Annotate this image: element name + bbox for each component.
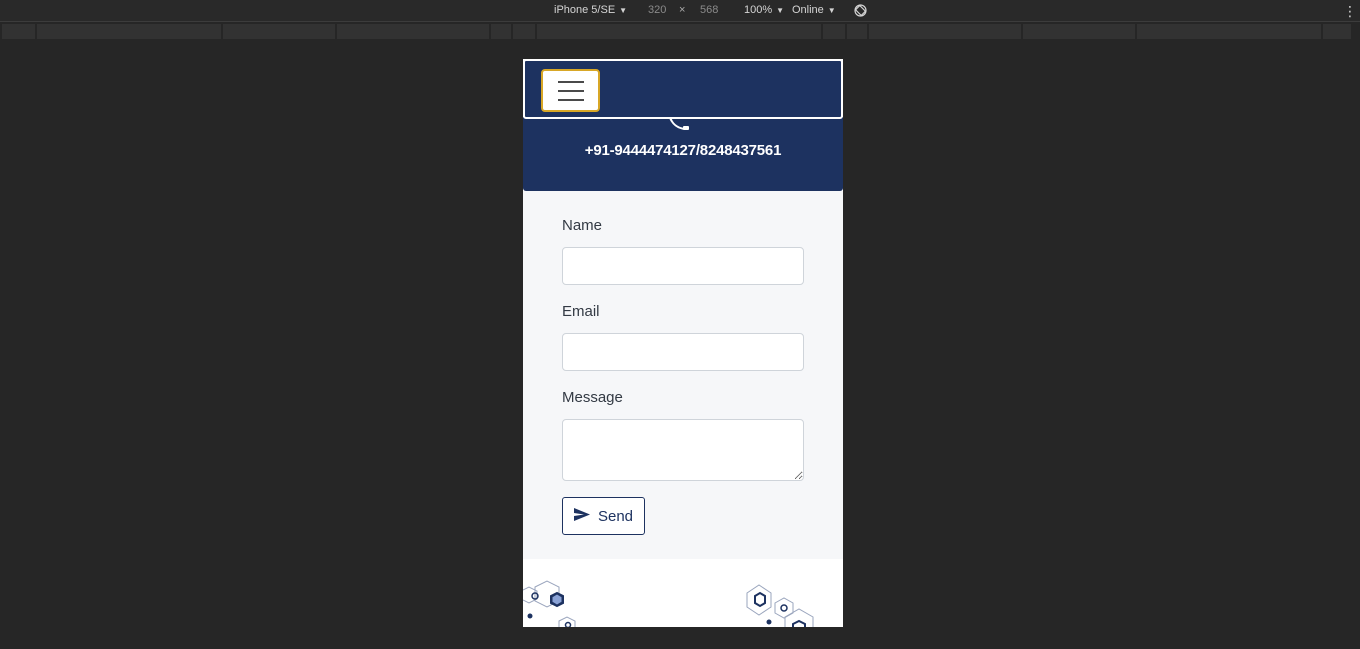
contact-form: Name Email Message Send	[523, 191, 843, 559]
media-query-segment[interactable]	[37, 24, 221, 39]
viewport-height-input[interactable]: 568	[700, 4, 718, 16]
media-query-segment[interactable]	[491, 24, 511, 39]
media-query-segment[interactable]	[1137, 24, 1321, 39]
message-field[interactable]	[562, 419, 804, 481]
paper-plane-icon	[573, 507, 590, 521]
navbar-toggle-button[interactable]	[541, 69, 600, 112]
media-query-segment[interactable]	[2, 24, 35, 39]
message-label: Message	[562, 389, 623, 406]
email-label: Email	[562, 303, 600, 320]
hamburger-icon	[557, 89, 584, 92]
media-query-segment[interactable]	[513, 24, 535, 39]
viewport-width-input[interactable]: 320	[648, 4, 666, 16]
media-query-segment[interactable]	[869, 24, 1021, 39]
name-label: Name	[562, 217, 603, 234]
media-query-segment[interactable]	[1323, 24, 1351, 39]
navbar	[523, 59, 843, 119]
send-button-label: Send	[597, 507, 634, 525]
hamburger-icon	[557, 80, 584, 83]
name-field[interactable]	[562, 247, 804, 285]
media-query-segment[interactable]	[537, 24, 821, 39]
network-value: Online	[792, 4, 824, 16]
media-query-segment[interactable]	[337, 24, 489, 39]
rotate-icon[interactable]	[854, 4, 867, 17]
zoom-select[interactable]: 100% ▼	[744, 4, 784, 16]
device-select[interactable]: iPhone 5/SE ▼	[554, 4, 627, 16]
hexagon-pattern	[523, 580, 814, 627]
email-field[interactable]	[562, 333, 804, 371]
device-name: iPhone 5/SE	[554, 4, 616, 16]
media-query-bar	[0, 23, 1360, 40]
chevron-down-icon: ▼	[827, 5, 836, 15]
dimension-separator: ×	[679, 4, 686, 16]
phone-number[interactable]: +91-9444474127/8248437561	[523, 142, 843, 159]
network-throttle-select[interactable]: Online ▼	[792, 4, 836, 16]
send-button[interactable]: Send	[562, 497, 645, 535]
media-query-segment[interactable]	[1023, 24, 1135, 39]
media-query-segment[interactable]	[847, 24, 867, 39]
kebab-icon[interactable]: ⋮	[1343, 2, 1357, 20]
zoom-value: 100%	[744, 4, 773, 16]
footer-decoration	[523, 559, 843, 627]
devtools-device-toolbar: iPhone 5/SE ▼ 320 × 568 100% ▼ Online ▼ …	[0, 0, 1360, 22]
phone-icon	[669, 117, 689, 130]
media-query-segment[interactable]	[823, 24, 845, 39]
media-query-segment[interactable]	[223, 24, 335, 39]
device-viewport: +91-9444474127/8248437561 Name Email Mes…	[523, 59, 843, 627]
chevron-down-icon: ▼	[776, 5, 785, 15]
hamburger-icon	[557, 98, 584, 101]
chevron-down-icon: ▼	[619, 5, 628, 15]
